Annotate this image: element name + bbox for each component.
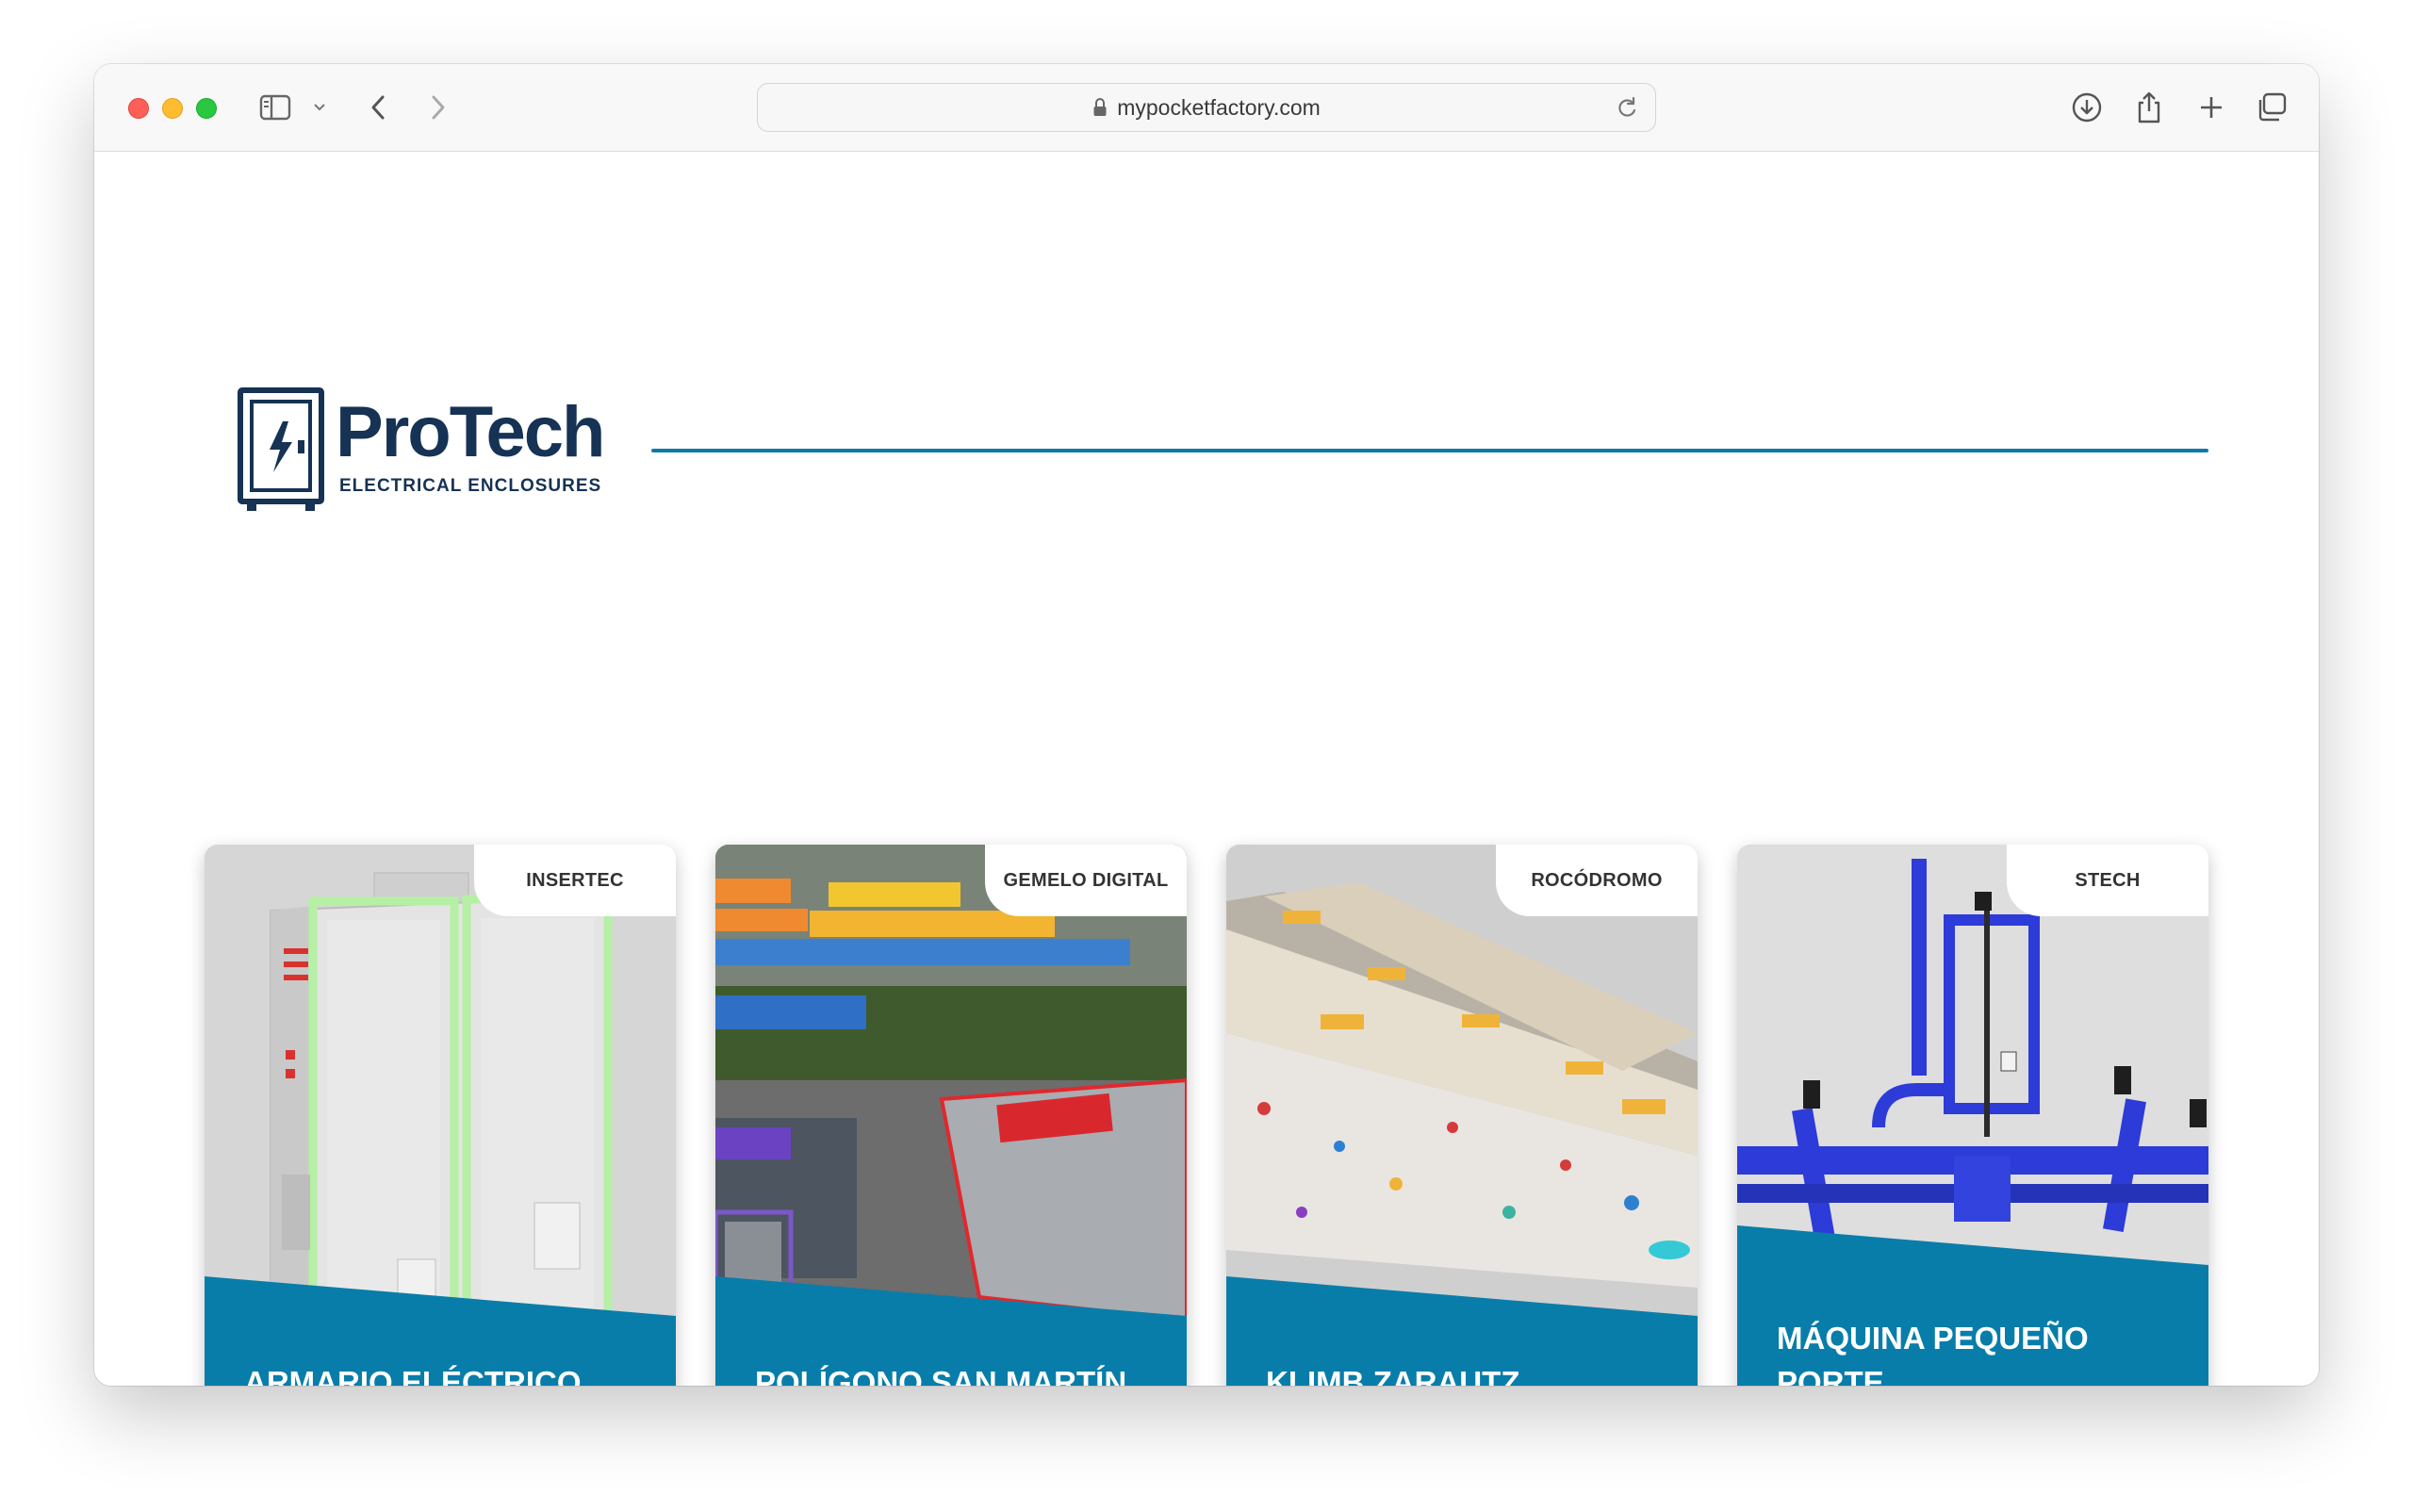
card-title: MÁQUINA PEQUEÑO PORTE [1777,1321,2089,1386]
enclosure-bolt-icon [238,387,324,511]
chevron-down-icon[interactable] [309,89,330,126]
protech-logo[interactable]: ProTech ELECTRICAL ENCLOSURES [238,387,605,519]
share-icon[interactable] [2130,89,2168,126]
forward-icon[interactable] [424,89,452,126]
url-text: mypocketfactory.com [1117,94,1321,120]
card-title: POLÍGONO SAN MARTÍN [755,1365,1127,1386]
project-card-maquina[interactable]: STECH MÁQUINA PEQUEÑO PORTE [1737,845,2208,1386]
brand-name: ProTech [336,392,605,472]
page-content: ProTech ELECTRICAL ENCLOSURES INSERTEC A… [94,152,2319,1386]
project-card-armario[interactable]: INSERTEC ARMARIO ELÉCTRICO [205,845,676,1386]
back-icon[interactable] [364,89,392,126]
card-title: ARMARIO ELÉCTRICO [244,1365,582,1386]
minimize-window-button[interactable] [162,98,183,119]
card-title-band [205,1276,676,1386]
browser-toolbar: mypocketfactory.com [94,64,2319,152]
card-title-band [715,1276,1187,1386]
lock-icon [1092,97,1108,118]
new-tab-icon[interactable] [2192,89,2230,126]
brand-tagline: ELECTRICAL ENCLOSURES [339,476,602,496]
header-divider [651,449,2208,452]
project-card-poligono[interactable]: GEMELO DIGITAL POLÍGONO SAN MARTÍN [715,845,1187,1386]
download-icon[interactable] [2068,89,2106,126]
sidebar-icon[interactable] [256,89,294,126]
browser-window: mypocketfactory.com ProTech ELECTRICAL E… [94,64,2319,1386]
reload-icon[interactable] [1616,95,1638,125]
address-bar[interactable]: mypocketfactory.com [757,83,1656,132]
card-title-band [1226,1276,1698,1386]
card-title: KLIMB ZARAUTZ [1266,1365,1520,1386]
close-window-button[interactable] [128,98,149,119]
zoom-window-button[interactable] [196,98,217,119]
card-title-band [1737,1225,2208,1386]
project-card-klimb[interactable]: ROCÓDROMO KLIMB ZARAUTZ [1226,845,1698,1386]
tabs-overview-icon[interactable] [2253,89,2290,126]
